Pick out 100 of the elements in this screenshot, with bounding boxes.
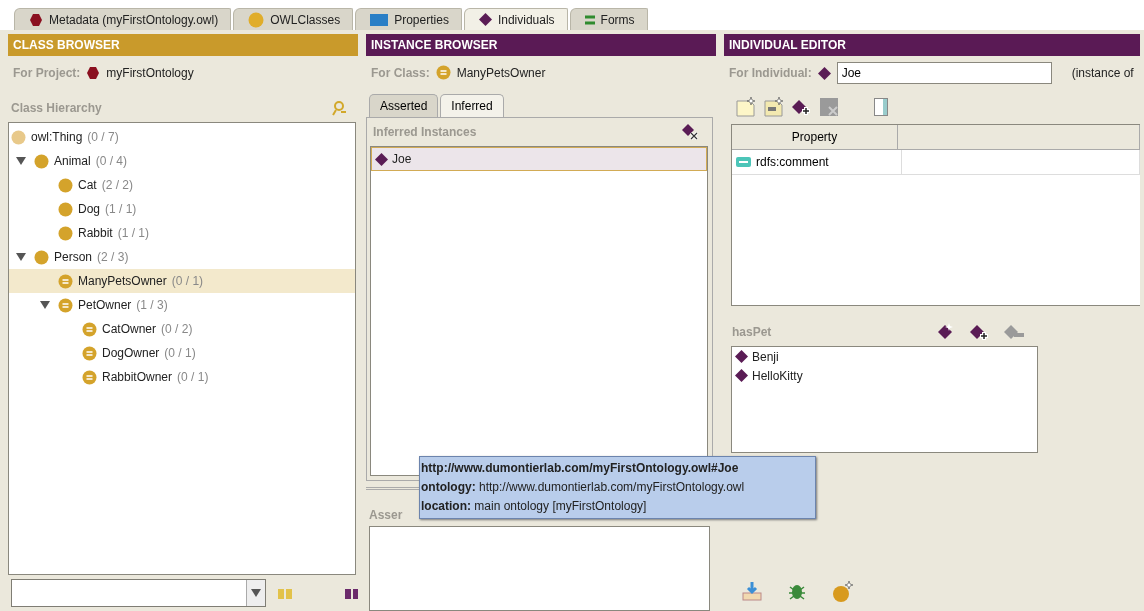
delete-instance-icon[interactable] bbox=[682, 124, 698, 141]
tree-item[interactable]: PetOwner (1 / 3) bbox=[9, 293, 355, 317]
search-field[interactable] bbox=[11, 579, 267, 607]
collapse-arrow-icon bbox=[16, 156, 26, 166]
section-label: Asser bbox=[369, 507, 403, 522]
class-name: RabbitOwner bbox=[102, 370, 173, 384]
class-name: Person bbox=[54, 250, 93, 264]
tree-item[interactable]: Animal (0 / 4) bbox=[9, 149, 355, 173]
property-icon bbox=[736, 157, 751, 167]
hexagon-icon bbox=[29, 12, 43, 27]
class-name: CatOwner bbox=[102, 322, 157, 336]
tree-item[interactable]: Person (2 / 3) bbox=[9, 245, 355, 269]
rectangle-icon bbox=[370, 13, 389, 26]
add-instance-icon[interactable] bbox=[970, 323, 990, 341]
class-icon bbox=[34, 153, 49, 169]
diamond-icon bbox=[478, 13, 492, 26]
lines-icon bbox=[584, 13, 595, 26]
class-name: PetOwner bbox=[78, 298, 132, 312]
tab[interactable]: Metadata (myFirstOntology.owl) bbox=[14, 8, 232, 30]
class-name: ManyPetsOwner bbox=[78, 274, 167, 288]
tree-item[interactable]: ManyPetsOwner (0 / 1) bbox=[9, 269, 355, 293]
collapse-arrow-icon bbox=[40, 300, 50, 310]
panel-header: INDIVIDUAL EDITOR bbox=[724, 34, 1140, 56]
tab[interactable]: Inferred bbox=[440, 93, 504, 118]
remove-instance-icon[interactable] bbox=[1004, 323, 1024, 339]
instance-count: (2 / 2) bbox=[101, 178, 134, 192]
tree-item[interactable]: RabbitOwner (0 / 1) bbox=[9, 365, 355, 389]
panel-icon[interactable] bbox=[874, 98, 888, 116]
column-header: Property bbox=[732, 125, 898, 149]
tree-item[interactable]: Rabbit (1 / 1) bbox=[9, 221, 355, 245]
name-field[interactable]: Joe bbox=[836, 62, 1052, 84]
instance-count: (1 / 1) bbox=[105, 202, 137, 216]
instance-item[interactable]: Joe bbox=[371, 147, 707, 172]
panel-header: CLASS BROWSER bbox=[8, 34, 358, 56]
field-label: For Individual: bbox=[729, 66, 812, 80]
diamond-icon bbox=[817, 66, 831, 80]
instance-count: (0 / 1) bbox=[171, 274, 204, 288]
field-label: For Class: bbox=[371, 65, 430, 80]
tooltip-ontology: ontology: http://www.dumontierlab.com/myFirstOntology.owl bbox=[421, 479, 746, 496]
hexagon-icon bbox=[86, 66, 101, 80]
class-name: Animal bbox=[54, 154, 91, 168]
expand-toggle[interactable] bbox=[13, 156, 29, 166]
section-label: Inferred Instances bbox=[373, 125, 477, 140]
table-cell: rdfs:comment bbox=[732, 150, 902, 174]
class-name: Dog bbox=[78, 202, 100, 216]
expand-toggle[interactable] bbox=[37, 300, 53, 310]
defined-class-icon bbox=[435, 65, 451, 81]
instance-count: (2 / 3) bbox=[97, 250, 129, 264]
tab[interactable]: Properties bbox=[355, 8, 462, 30]
class-name: Rabbit bbox=[78, 226, 113, 240]
class-icon bbox=[58, 177, 73, 193]
defined-class-icon bbox=[58, 297, 73, 313]
collapse-arrow-icon bbox=[251, 588, 262, 598]
class-name: Cat bbox=[78, 178, 97, 192]
class-name: DogOwner bbox=[102, 346, 160, 360]
tree-item[interactable]: owl:Thing (0 / 7) bbox=[9, 125, 355, 149]
instance-item[interactable]: Benji bbox=[732, 347, 1037, 366]
diamond-icon bbox=[375, 152, 388, 166]
section-label: Class Hierarchy bbox=[11, 101, 102, 115]
add-instance-icon[interactable] bbox=[792, 98, 812, 116]
diamond-icon bbox=[735, 350, 748, 363]
class-name: ManyPetsOwner bbox=[456, 65, 546, 80]
class-name: owl:Thing bbox=[31, 130, 83, 144]
instance-item[interactable]: HelloKitty bbox=[732, 366, 1037, 385]
tooltip-location: location: main ontology [myFirstOntology] bbox=[421, 498, 648, 515]
instance-count: (0 / 4) bbox=[95, 154, 128, 168]
tab[interactable]: Individuals bbox=[463, 8, 568, 30]
collapse-arrow-icon bbox=[16, 252, 26, 262]
defined-class-icon bbox=[58, 273, 73, 289]
diamond-icon bbox=[735, 369, 748, 382]
download-icon[interactable] bbox=[742, 581, 762, 601]
defined-class-icon bbox=[82, 345, 97, 361]
tab[interactable]: Forms bbox=[569, 8, 648, 30]
tree-item[interactable]: Cat (2 / 2) bbox=[9, 173, 355, 197]
instance-count: (0 / 1) bbox=[164, 346, 196, 360]
document-icon[interactable] bbox=[764, 97, 784, 117]
project-name: myFirstOntology bbox=[106, 66, 194, 80]
tree-item[interactable]: DogOwner (0 / 1) bbox=[9, 341, 355, 365]
tab[interactable]: OWLClasses bbox=[233, 8, 354, 30]
instance-count: (0 / 7) bbox=[87, 130, 119, 144]
instance-count: (1 / 3) bbox=[136, 298, 168, 312]
sphere-icon[interactable] bbox=[832, 581, 854, 603]
class-icon bbox=[34, 249, 49, 265]
instance-of-text: (instance of bbox=[1071, 66, 1134, 80]
defined-class-icon bbox=[82, 321, 97, 337]
instance-count: (0 / 1) bbox=[177, 370, 209, 384]
tooltip-uri: http://www.dumontierlab.com/myFirstOntology.owl#Joe bbox=[421, 460, 740, 477]
section-label: hasPet bbox=[732, 325, 772, 339]
class-icon bbox=[248, 11, 265, 28]
expand-toggle[interactable] bbox=[13, 252, 29, 262]
class-icon bbox=[11, 129, 26, 145]
tab[interactable]: Asserted bbox=[369, 93, 439, 118]
new-note-icon[interactable] bbox=[736, 97, 756, 117]
class-icon bbox=[58, 225, 73, 241]
instance-count: (0 / 2) bbox=[161, 322, 193, 336]
tree-item[interactable]: Dog (1 / 1) bbox=[9, 197, 355, 221]
class-icon bbox=[58, 201, 73, 217]
field-label: For Project: bbox=[13, 66, 81, 80]
panel-header: INSTANCE BROWSER bbox=[366, 34, 716, 56]
tree-item[interactable]: CatOwner (0 / 2) bbox=[9, 317, 355, 341]
